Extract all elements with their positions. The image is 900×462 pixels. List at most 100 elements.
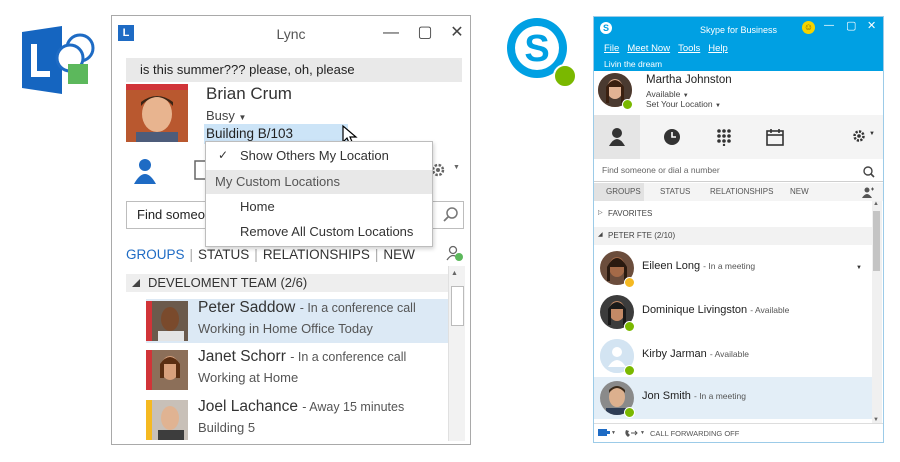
status-selector[interactable]: Available ▼	[646, 89, 689, 99]
avatar[interactable]	[126, 84, 188, 142]
call-forwarding-status[interactable]: CALL FORWARDING OFF	[650, 429, 739, 438]
contact-name: Dominique Livingston	[642, 304, 748, 316]
scrollbar-thumb[interactable]	[873, 211, 880, 271]
scrollbar-thumb[interactable]	[451, 286, 464, 326]
close-icon[interactable]: ✕	[446, 22, 468, 44]
status-text: Busy	[206, 108, 235, 123]
chevron-down-icon[interactable]: ▼	[453, 164, 460, 171]
list-item[interactable]: Joel Lachance - Away 15 minutes Building…	[146, 398, 452, 442]
menu-section-header: My Custom Locations	[206, 170, 432, 194]
contact-note: Building 5	[198, 420, 256, 435]
avatar	[146, 400, 188, 440]
chevron-down-icon[interactable]: ▼	[640, 430, 645, 436]
chevron-down-icon[interactable]: ▼	[856, 265, 862, 271]
menu-tools[interactable]: Tools	[678, 43, 700, 54]
scroll-up-icon[interactable]: ▲	[873, 201, 879, 207]
skype-logo-icon: S	[507, 18, 577, 88]
avatar	[146, 301, 188, 341]
contact-activity: Available	[714, 349, 749, 359]
tab-new[interactable]: NEW	[383, 247, 415, 262]
group-header[interactable]: ◢ PETER FTE (2/10)	[594, 227, 872, 245]
close-icon[interactable]: ✕	[867, 19, 876, 32]
list-item[interactable]: Peter Saddow - In a conference call Work…	[146, 299, 452, 343]
list-item[interactable]: Eileen Long - In a meeting ▼	[594, 247, 872, 289]
menu-bar: File Meet Now Tools Help	[604, 43, 736, 54]
location-text: Set Your Location	[646, 99, 713, 109]
list-item[interactable]: Jon Smith - In a meeting	[594, 377, 872, 419]
status-selector[interactable]: Busy ▼	[206, 108, 246, 123]
lync-logo-icon	[22, 26, 95, 94]
conversations-history-icon[interactable]	[663, 128, 681, 146]
menu-item-remove-all[interactable]: Remove All Custom Locations	[206, 220, 432, 244]
meetings-icon[interactable]	[766, 128, 784, 146]
collapse-triangle-icon[interactable]	[132, 279, 140, 287]
add-contact-icon[interactable]	[862, 187, 874, 198]
presence-available-icon	[624, 321, 635, 332]
menu-item-label: Home	[240, 199, 275, 214]
skype-header: S Skype for Business ☺ — ▢ ✕ File Meet No…	[594, 17, 883, 71]
minimize-icon[interactable]: —	[380, 22, 402, 44]
scroll-up-icon[interactable]: ▲	[451, 270, 458, 277]
collapse-triangle-icon[interactable]: ◢	[598, 231, 603, 238]
location-selector[interactable]: Set Your Location ▼	[646, 99, 721, 109]
contact-activity: In a meeting	[699, 391, 746, 401]
search-icon[interactable]	[863, 166, 875, 178]
tab-status[interactable]: STATUS	[660, 187, 690, 196]
chevron-down-icon[interactable]: ▼	[611, 430, 616, 436]
add-contact-icon[interactable]	[446, 244, 464, 262]
search-placeholder: Find someone or dial a number	[602, 165, 720, 175]
presence-available-icon	[624, 365, 635, 376]
menu-help[interactable]: Help	[708, 43, 728, 54]
scrollbar[interactable]: ▲	[448, 266, 465, 441]
menu-meet-now[interactable]: Meet Now	[627, 43, 670, 54]
svg-text:S: S	[524, 28, 549, 70]
dialpad-icon[interactable]	[716, 128, 732, 146]
contacts-icon[interactable]	[130, 156, 160, 186]
tab-groups[interactable]: GROUPS	[126, 247, 185, 262]
list-item[interactable]: Janet Schorr - In a conference call Work…	[146, 348, 452, 392]
call-forwarding-icon[interactable]	[624, 428, 638, 438]
personal-note-text: is this summer??? please, oh, please	[140, 62, 355, 77]
emoticon-icon[interactable]: ☺	[802, 21, 815, 34]
device-icon[interactable]	[598, 428, 610, 438]
search-icon[interactable]	[443, 206, 459, 222]
contacts-icon[interactable]	[608, 127, 626, 147]
tab-new[interactable]: NEW	[790, 187, 809, 196]
contact-activity: Available	[754, 305, 790, 315]
chevron-down-icon[interactable]: ▼	[869, 131, 875, 137]
group-header[interactable]: DEVELOMENT TEAM (2/6)	[126, 274, 456, 292]
window-title: Skype for Business	[699, 25, 778, 35]
menu-item-home[interactable]: Home	[206, 195, 432, 219]
personal-note[interactable]: Livin the dream	[604, 59, 662, 69]
minimize-icon[interactable]: —	[824, 20, 834, 31]
personal-note[interactable]: is this summer??? please, oh, please	[126, 58, 462, 82]
maximize-icon[interactable]: ▢	[846, 19, 856, 32]
tab-groups[interactable]: GROUPS	[606, 187, 641, 196]
contact-activity: In a conference call	[307, 301, 416, 315]
list-item[interactable]: Kirby Jarman - Available	[594, 335, 872, 377]
gear-icon[interactable]	[852, 129, 866, 143]
contact-name: Kirby Jarman	[642, 348, 707, 360]
person-photo-icon	[146, 400, 188, 440]
tab-relationships[interactable]: RELATIONSHIPS	[263, 247, 370, 262]
list-item[interactable]: Dominique Livingston - Available	[594, 291, 872, 333]
search-input[interactable]: Find someone or dial a number	[594, 163, 883, 182]
contact-name: Peter Saddow	[198, 299, 296, 316]
contact-name: Janet Schorr	[198, 348, 286, 365]
contact-activity: In a meeting	[708, 261, 756, 271]
scrollbar[interactable]: ▲ ▼	[872, 201, 882, 423]
tab-relationships[interactable]: RELATIONSHIPS	[710, 187, 773, 196]
expand-triangle-icon[interactable]: ▷	[598, 209, 603, 216]
chevron-down-icon: ▼	[715, 103, 721, 109]
tab-status[interactable]: STATUS	[198, 247, 249, 262]
maximize-icon[interactable]: ▢	[414, 22, 436, 44]
contact-name: Jon Smith	[642, 390, 691, 402]
group-header[interactable]: ▷ FAVORITES	[594, 205, 872, 223]
menu-file[interactable]: File	[604, 43, 619, 54]
menu-item-show-location[interactable]: ✓ Show Others My Location	[206, 144, 432, 168]
main-toolbar: ▼	[594, 115, 883, 159]
group-header-label: PETER FTE (2/10)	[608, 231, 676, 240]
location-text: Building B/103	[206, 126, 294, 141]
user-name: Martha Johnston	[646, 74, 732, 86]
menu-section-label: My Custom Locations	[215, 174, 340, 189]
